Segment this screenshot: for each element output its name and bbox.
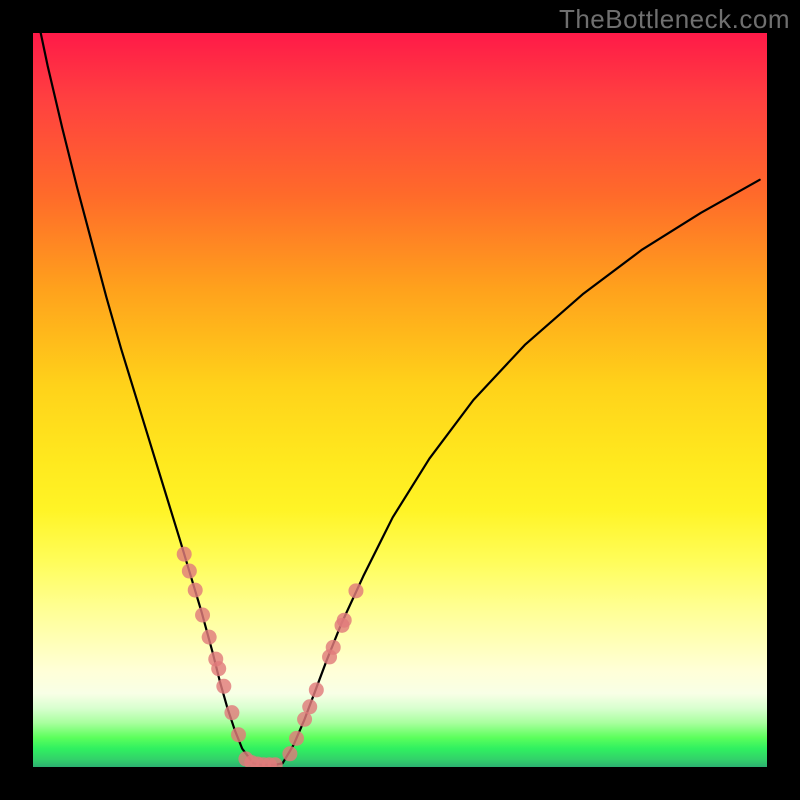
bottleneck-curve xyxy=(33,33,760,765)
data-marker xyxy=(195,608,210,623)
plot-area xyxy=(33,33,767,767)
data-marker xyxy=(182,564,197,579)
data-marker xyxy=(326,640,341,655)
data-marker xyxy=(348,583,363,598)
data-marker xyxy=(302,699,317,714)
data-marker xyxy=(289,731,304,746)
data-marker xyxy=(231,727,246,742)
data-marker xyxy=(188,583,203,598)
data-marker xyxy=(224,705,239,720)
data-marker xyxy=(216,679,231,694)
data-markers xyxy=(177,547,364,767)
data-marker xyxy=(177,547,192,562)
watermark-text: TheBottleneck.com xyxy=(559,4,790,35)
chart-svg xyxy=(33,33,767,767)
data-marker xyxy=(282,746,297,761)
curve-lines xyxy=(33,33,760,765)
data-marker xyxy=(309,682,324,697)
chart-frame: TheBottleneck.com xyxy=(0,0,800,800)
data-marker xyxy=(211,661,226,676)
data-marker xyxy=(202,630,217,645)
data-marker xyxy=(337,613,352,628)
